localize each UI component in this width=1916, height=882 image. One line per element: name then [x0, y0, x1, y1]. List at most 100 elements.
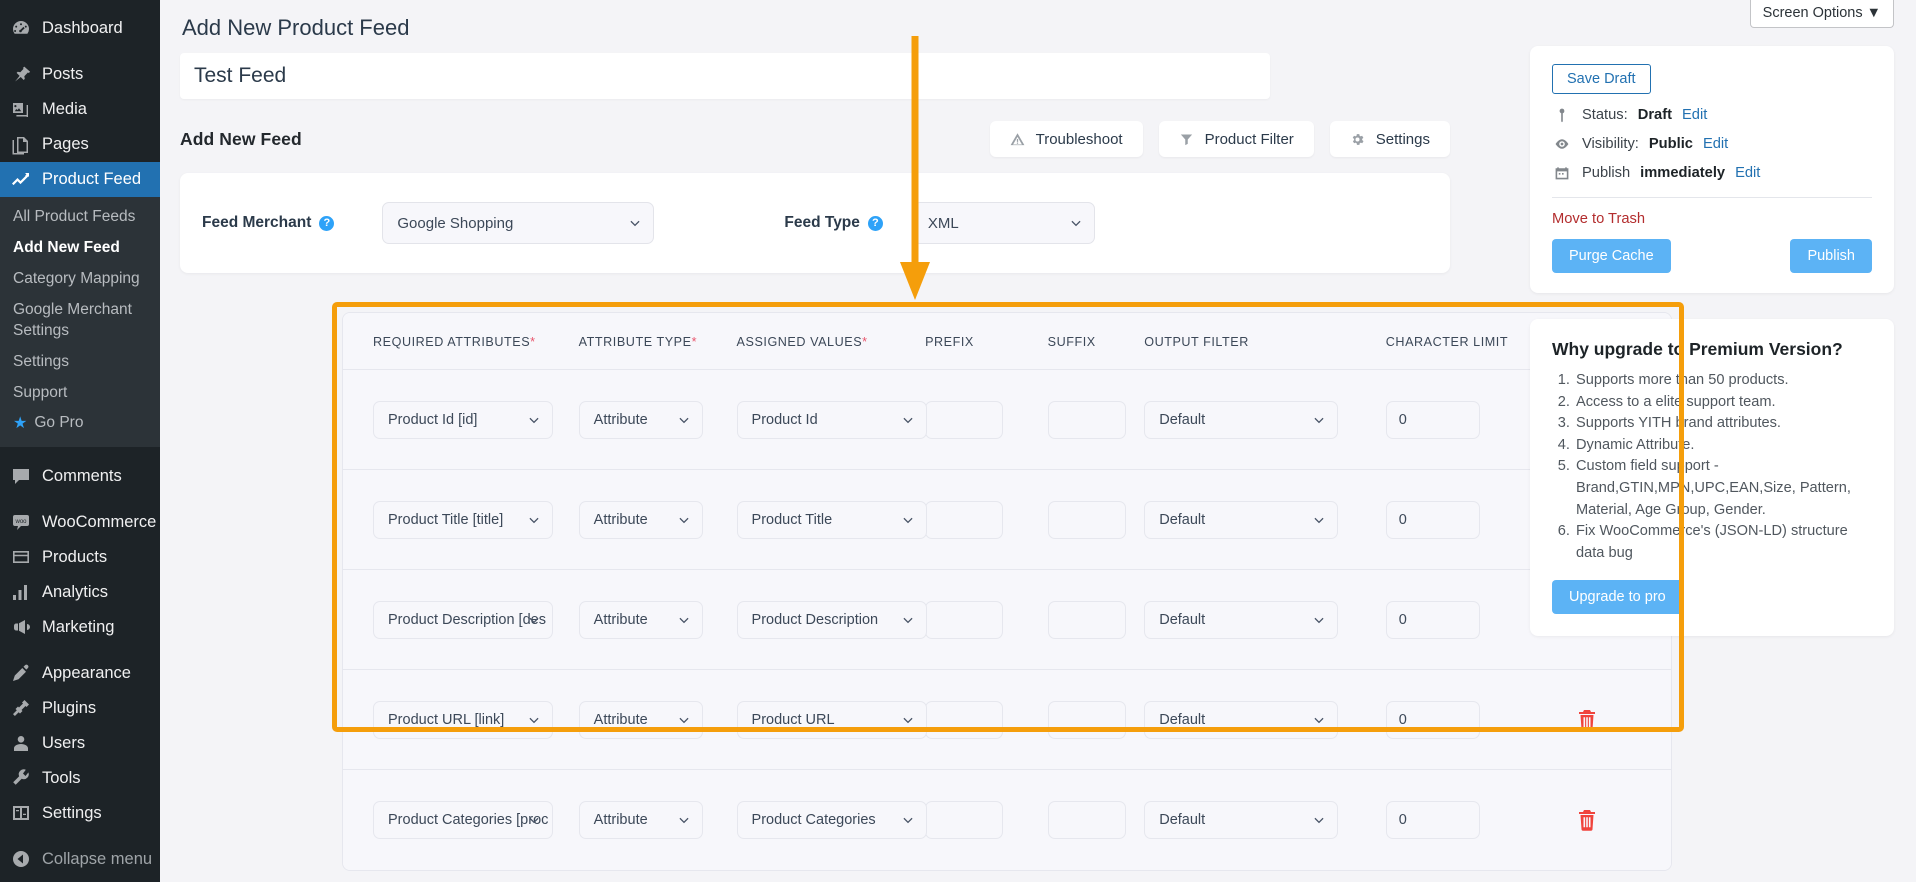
- output-filter-select[interactable]: Default: [1144, 800, 1339, 839]
- output-filter-select[interactable]: Default: [1144, 700, 1339, 739]
- submenu-item-settings[interactable]: Settings: [0, 347, 160, 378]
- sidebar-item-pages[interactable]: Pages: [0, 127, 160, 162]
- sidebar-item-marketing[interactable]: Marketing: [0, 609, 160, 644]
- prefix-input[interactable]: [925, 600, 1004, 639]
- suffix-input[interactable]: [1047, 800, 1126, 839]
- publish-edit-link[interactable]: Edit: [1735, 165, 1760, 181]
- prefix-input[interactable]: [925, 500, 1004, 539]
- right-sidebar: Save Draft Status: Draft Edit Visibility…: [1530, 46, 1894, 637]
- help-icon-merchant[interactable]: ?: [319, 215, 335, 231]
- feed-settings-card: Feed Merchant ? Google Shopping Feed Typ…: [180, 173, 1450, 273]
- sidebar-item-tools[interactable]: Tools: [0, 760, 160, 795]
- assigned-value-select[interactable]: Product Description: [736, 600, 927, 639]
- suffix-input[interactable]: [1047, 600, 1126, 639]
- status-edit-link[interactable]: Edit: [1682, 107, 1707, 123]
- required-attribute-value: Product URL [link]: [388, 711, 505, 728]
- sidebar-item-plugins[interactable]: Plugins: [0, 690, 160, 725]
- assigned-value-select[interactable]: Product Id: [736, 400, 927, 439]
- attribute-type-value: Attribute: [593, 511, 648, 528]
- required-attribute-select[interactable]: Product Id [id]: [373, 400, 553, 439]
- prefix-input[interactable]: [925, 700, 1004, 739]
- character-limit-input[interactable]: [1385, 500, 1480, 539]
- sliders-icon: [10, 802, 32, 824]
- feed-type-label: Feed Type ?: [784, 214, 883, 232]
- upgrade-to-pro-button[interactable]: Upgrade to pro: [1552, 580, 1683, 615]
- feed-title-input[interactable]: [180, 53, 1270, 99]
- attribute-type-select[interactable]: Attribute: [578, 800, 703, 839]
- trash-icon[interactable]: [1577, 709, 1599, 731]
- attribute-type-value: Attribute: [593, 811, 648, 828]
- save-draft-button[interactable]: Save Draft: [1552, 64, 1651, 94]
- required-attribute-select[interactable]: Product Categories [proc: [373, 800, 553, 839]
- attribute-type-select[interactable]: Attribute: [578, 400, 703, 439]
- sidebar-item-label: Pages: [42, 135, 89, 154]
- character-limit-input[interactable]: [1385, 800, 1480, 839]
- trash-icon[interactable]: [1577, 809, 1599, 831]
- assigned-value-select[interactable]: Product Title: [736, 500, 927, 539]
- sidebar-item-dashboard[interactable]: Dashboard: [0, 11, 160, 46]
- attribute-type-select[interactable]: Attribute: [578, 700, 703, 739]
- sidebar-item-woocommerce[interactable]: woo WooCommerce: [0, 504, 160, 539]
- feed-type-value: XML: [927, 214, 959, 232]
- submenu-item-google-merchant-settings[interactable]: Google Merchant Settings: [0, 295, 160, 347]
- character-limit-input[interactable]: [1385, 600, 1480, 639]
- required-attribute-value: Product Description [des: [388, 611, 546, 628]
- move-to-trash-link[interactable]: Move to Trash: [1552, 211, 1645, 227]
- cell-required-attribute: Product Description [des: [343, 569, 579, 670]
- suffix-input[interactable]: [1047, 500, 1126, 539]
- submenu-item-support[interactable]: Support: [0, 378, 160, 409]
- sidebar-item-products[interactable]: Products: [0, 539, 160, 574]
- output-filter-select[interactable]: Default: [1144, 400, 1339, 439]
- product-filter-button[interactable]: Product Filter: [1158, 121, 1314, 157]
- sidebar-item-analytics[interactable]: Analytics: [0, 574, 160, 609]
- feed-type-select[interactable]: XML: [912, 202, 1095, 244]
- sidebar-item-comments[interactable]: Comments: [0, 458, 160, 493]
- assigned-value-select[interactable]: Product URL: [736, 700, 927, 739]
- character-limit-input[interactable]: [1385, 400, 1480, 439]
- attribute-type-select[interactable]: Attribute: [578, 600, 703, 639]
- visibility-edit-link[interactable]: Edit: [1703, 136, 1728, 152]
- output-filter-select[interactable]: Default: [1144, 600, 1339, 639]
- sidebar-item-media[interactable]: Media: [0, 92, 160, 127]
- troubleshoot-button[interactable]: Troubleshoot: [989, 121, 1143, 157]
- purge-cache-button[interactable]: Purge Cache: [1552, 239, 1671, 273]
- attribute-type-value: Attribute: [593, 711, 648, 728]
- brush-icon: [10, 662, 32, 684]
- publish-button[interactable]: Publish: [1790, 239, 1872, 273]
- submenu-item-category-mapping[interactable]: Category Mapping: [0, 264, 160, 295]
- sidebar-item-posts[interactable]: Posts: [0, 57, 160, 92]
- sidebar-item-collapse-menu[interactable]: Collapse menu: [0, 841, 160, 876]
- sidebar-item-appearance[interactable]: Appearance: [0, 655, 160, 690]
- dashboard-icon: [10, 18, 32, 40]
- sidebar-item-product-feed[interactable]: Product Feed: [0, 162, 160, 197]
- suffix-input[interactable]: [1047, 400, 1126, 439]
- prefix-input[interactable]: [925, 800, 1004, 839]
- submenu-item-go-pro[interactable]: ★ Go Pro: [0, 408, 160, 439]
- pin-icon: [1552, 107, 1572, 123]
- character-limit-input[interactable]: [1385, 700, 1480, 739]
- sidebar-item-users[interactable]: Users: [0, 725, 160, 760]
- cell-action: [1576, 669, 1671, 770]
- required-attribute-select[interactable]: Product Title [title]: [373, 500, 553, 539]
- submenu-item-all-product-feeds[interactable]: All Product Feeds: [0, 202, 160, 233]
- help-icon-feedtype[interactable]: ?: [867, 215, 883, 231]
- settings-button[interactable]: Settings: [1329, 121, 1450, 157]
- status-value: Draft: [1637, 107, 1673, 123]
- feed-merchant-select[interactable]: Google Shopping: [382, 202, 655, 244]
- attribute-type-select[interactable]: Attribute: [578, 500, 703, 539]
- required-attribute-select[interactable]: Product URL [link]: [373, 700, 553, 739]
- chevron-down-icon: [527, 613, 541, 627]
- output-filter-select[interactable]: Default: [1144, 500, 1339, 539]
- sidebar-item-settings[interactable]: Settings: [0, 795, 160, 830]
- prefix-input[interactable]: [925, 400, 1004, 439]
- screen-options-toggle[interactable]: Screen Options ▼: [1749, 0, 1894, 28]
- table-row: Product URL [link] Attribute Product URL De…: [343, 669, 1671, 770]
- premium-feature-item: Fix WooCommerce's (JSON-LD) structure da…: [1574, 521, 1872, 564]
- main-area: Screen Options ▼ Add New Product Feed Ad…: [160, 0, 1916, 882]
- suffix-input[interactable]: [1047, 700, 1126, 739]
- publish-value: immediately: [1640, 165, 1726, 181]
- wrench-icon: [10, 767, 32, 789]
- submenu-item-add-new-feed[interactable]: Add New Feed: [0, 233, 160, 264]
- required-attribute-select[interactable]: Product Description [des: [373, 600, 553, 639]
- assigned-value-select[interactable]: Product Categories: [736, 800, 927, 839]
